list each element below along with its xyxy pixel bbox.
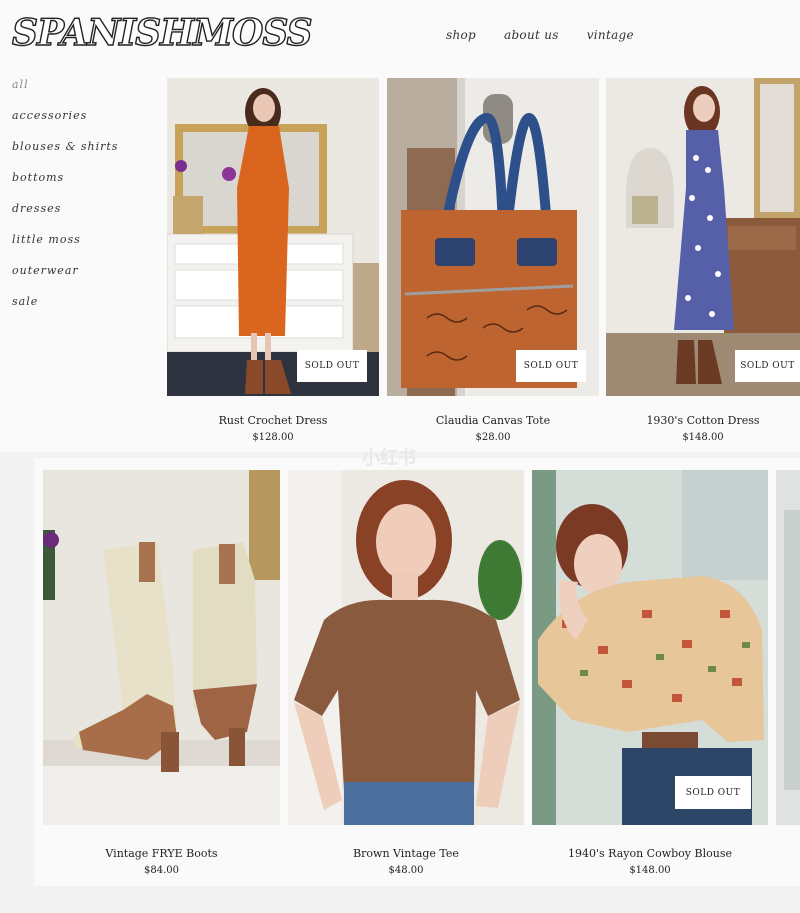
partial-photo-detail <box>784 510 800 790</box>
sidebar-item-outerwear[interactable]: outerwear <box>12 264 118 295</box>
cowboy-blouse-photo <box>532 470 768 825</box>
claudia-tote-photo <box>387 78 599 396</box>
sold-out-badge: SOLD OUT <box>516 350 586 382</box>
main-nav: shop about us vintage <box>446 28 634 42</box>
sidebar-item-all[interactable]: all <box>12 78 118 109</box>
product-price: $48.00 <box>388 865 424 876</box>
product-name[interactable]: 1930's Cotton Dress <box>606 414 800 427</box>
nav-about-us[interactable]: about us <box>504 28 559 42</box>
product-price: $148.00 <box>629 865 671 876</box>
sidebar-item-little-moss[interactable]: little moss <box>12 233 118 264</box>
product-name[interactable]: 1940's Rayon Cowboy Blouse <box>532 847 768 860</box>
product-name[interactable]: Vintage FRYE Boots <box>43 847 280 860</box>
product-card[interactable]: Brown Vintage Tee $48.00 <box>288 470 524 880</box>
nav-vintage[interactable]: vintage <box>587 28 634 42</box>
sidebar-item-sale[interactable]: sale <box>12 295 118 326</box>
product-card[interactable]: SOLD OUT 1930's Cotton Dress $148.00 <box>606 78 800 448</box>
product-photo[interactable]: SOLD OUT <box>532 470 768 825</box>
product-photo[interactable]: SOLD OUT <box>387 78 599 396</box>
frye-boots-photo <box>43 470 280 825</box>
product-price: $84.00 <box>144 865 179 876</box>
sidebar-item-dresses[interactable]: dresses <box>12 202 118 233</box>
product-price: $28.00 <box>475 432 511 443</box>
product-card[interactable]: SOLD OUT Rust Crochet Dress $128.00 <box>167 78 379 448</box>
sidebar-item-accessories[interactable]: accessories <box>12 109 118 140</box>
product-name[interactable]: Brown Vintage Tee <box>288 847 524 860</box>
product-name[interactable]: Claudia Canvas Tote <box>387 414 599 427</box>
sold-out-badge: SOLD OUT <box>735 350 800 382</box>
product-price: $148.00 <box>682 432 724 443</box>
product-photo[interactable]: SOLD OUT <box>167 78 379 396</box>
product-card[interactable]: Vintage FRYE Boots $84.00 <box>43 470 280 880</box>
sold-out-badge: SOLD OUT <box>297 350 367 382</box>
category-sidebar: all accessories blouses & shirts bottoms… <box>12 78 118 326</box>
sidebar-item-bottoms[interactable]: bottoms <box>12 171 118 202</box>
cotton-dress-photo <box>606 78 800 396</box>
product-photo[interactable]: SOLD OUT <box>606 78 800 396</box>
brown-tee-photo <box>288 470 524 825</box>
rust-crochet-dress-photo <box>167 78 379 396</box>
sidebar-item-blouses-shirts[interactable]: blouses & shirts <box>12 140 118 171</box>
site-logo[interactable]: SPANISHMOSS <box>11 10 313 56</box>
sold-out-badge: SOLD OUT <box>675 776 751 809</box>
partial-product-photo[interactable] <box>776 470 800 825</box>
product-photo[interactable] <box>43 470 280 825</box>
product-card[interactable]: SOLD OUT 1940's Rayon Cowboy Blouse $148… <box>532 470 768 880</box>
product-name[interactable]: Rust Crochet Dress <box>167 414 379 427</box>
product-card[interactable]: SOLD OUT Claudia Canvas Tote $28.00 <box>387 78 599 448</box>
product-price: $128.00 <box>252 432 294 443</box>
nav-shop[interactable]: shop <box>446 28 476 42</box>
watermark: 小红书 <box>362 448 416 469</box>
product-photo[interactable] <box>288 470 524 825</box>
